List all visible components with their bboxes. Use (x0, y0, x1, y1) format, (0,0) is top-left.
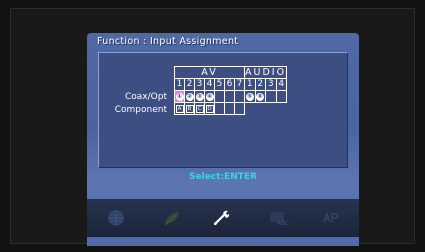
input-assignment-panel: Coax/Opt Component AV AUDIO 1 2 3 4 5 6 … (98, 52, 348, 182)
coax-cell[interactable] (224, 90, 235, 103)
coax-opt-row: ① ② ③ ④ ⑤ ⑥ (174, 90, 288, 103)
av-number: 1 (174, 78, 185, 91)
audio-number: 4 (275, 78, 288, 91)
component-mark: D (205, 105, 214, 113)
av-number: 5 (214, 78, 225, 91)
empty-cell (276, 103, 287, 115)
coax-cell[interactable]: ③ (194, 90, 205, 103)
component-cell[interactable] (224, 102, 235, 115)
coax-mark: ② (185, 93, 194, 101)
audio-number: 2 (254, 78, 266, 91)
component-mark: C (195, 105, 204, 113)
coax-cell[interactable] (214, 90, 225, 103)
component-cell[interactable] (234, 102, 245, 115)
osd-menu: Function : Input Assignment Coax/Opt Com… (87, 33, 359, 246)
av-number: 7 (234, 78, 245, 91)
component-cell[interactable] (214, 102, 225, 115)
component-cell[interactable]: B (184, 102, 195, 115)
av-number: 4 (204, 78, 215, 91)
audio-number: 1 (244, 78, 256, 91)
component-cell[interactable]: C (194, 102, 205, 115)
empty-cell (255, 103, 266, 115)
coax-cell[interactable] (265, 90, 277, 103)
empty-cell (266, 103, 277, 115)
audio-number: 3 (265, 78, 277, 91)
audio-group-header: AUDIO (243, 66, 288, 79)
wrench-icon[interactable] (211, 208, 233, 228)
coax-mark: ⑤ (245, 93, 254, 101)
coax-cell-selected[interactable]: ① (174, 90, 185, 103)
coax-mark: ① (175, 93, 184, 101)
coax-mark: ③ (195, 93, 204, 101)
coax-mark: ④ (205, 93, 214, 101)
leaf-icon[interactable] (161, 208, 183, 228)
coax-cell[interactable]: ⑥ (254, 90, 266, 103)
coax-cell[interactable]: ⑤ (244, 90, 256, 103)
av-number: 2 (184, 78, 195, 91)
coax-cell[interactable] (275, 90, 288, 103)
component-mark: A (175, 105, 184, 113)
abc-icon[interactable]: ABC (267, 208, 289, 228)
coax-cell[interactable]: ④ (204, 90, 215, 103)
globe-icon[interactable] (105, 208, 127, 228)
assignment-grid: AV AUDIO 1 2 3 4 5 6 7 1 2 3 4 ① ② ③ ④ ⑤… (174, 66, 288, 115)
text-icon[interactable] (321, 208, 343, 228)
coax-mark: ⑥ (256, 93, 265, 101)
av-number: 3 (194, 78, 205, 91)
component-row: A B C D (174, 102, 287, 115)
av-group-header: AV (174, 66, 245, 79)
icon-bar: ABC (87, 199, 359, 237)
av-number: 6 (224, 78, 235, 91)
coax-cell[interactable] (234, 90, 245, 103)
menu-title: Function : Input Assignment (97, 36, 239, 47)
coax-cell[interactable]: ② (184, 90, 195, 103)
component-cell[interactable]: D (204, 102, 215, 115)
empty-cell (245, 103, 256, 115)
component-cell[interactable]: A (174, 102, 185, 115)
row-label-coax-opt: Coax/Opt (125, 92, 167, 102)
row-label-component: Component (114, 105, 167, 115)
select-enter-hint: Select:ENTER (189, 172, 257, 182)
component-mark: B (185, 105, 194, 113)
svg-text:ABC: ABC (277, 220, 289, 227)
